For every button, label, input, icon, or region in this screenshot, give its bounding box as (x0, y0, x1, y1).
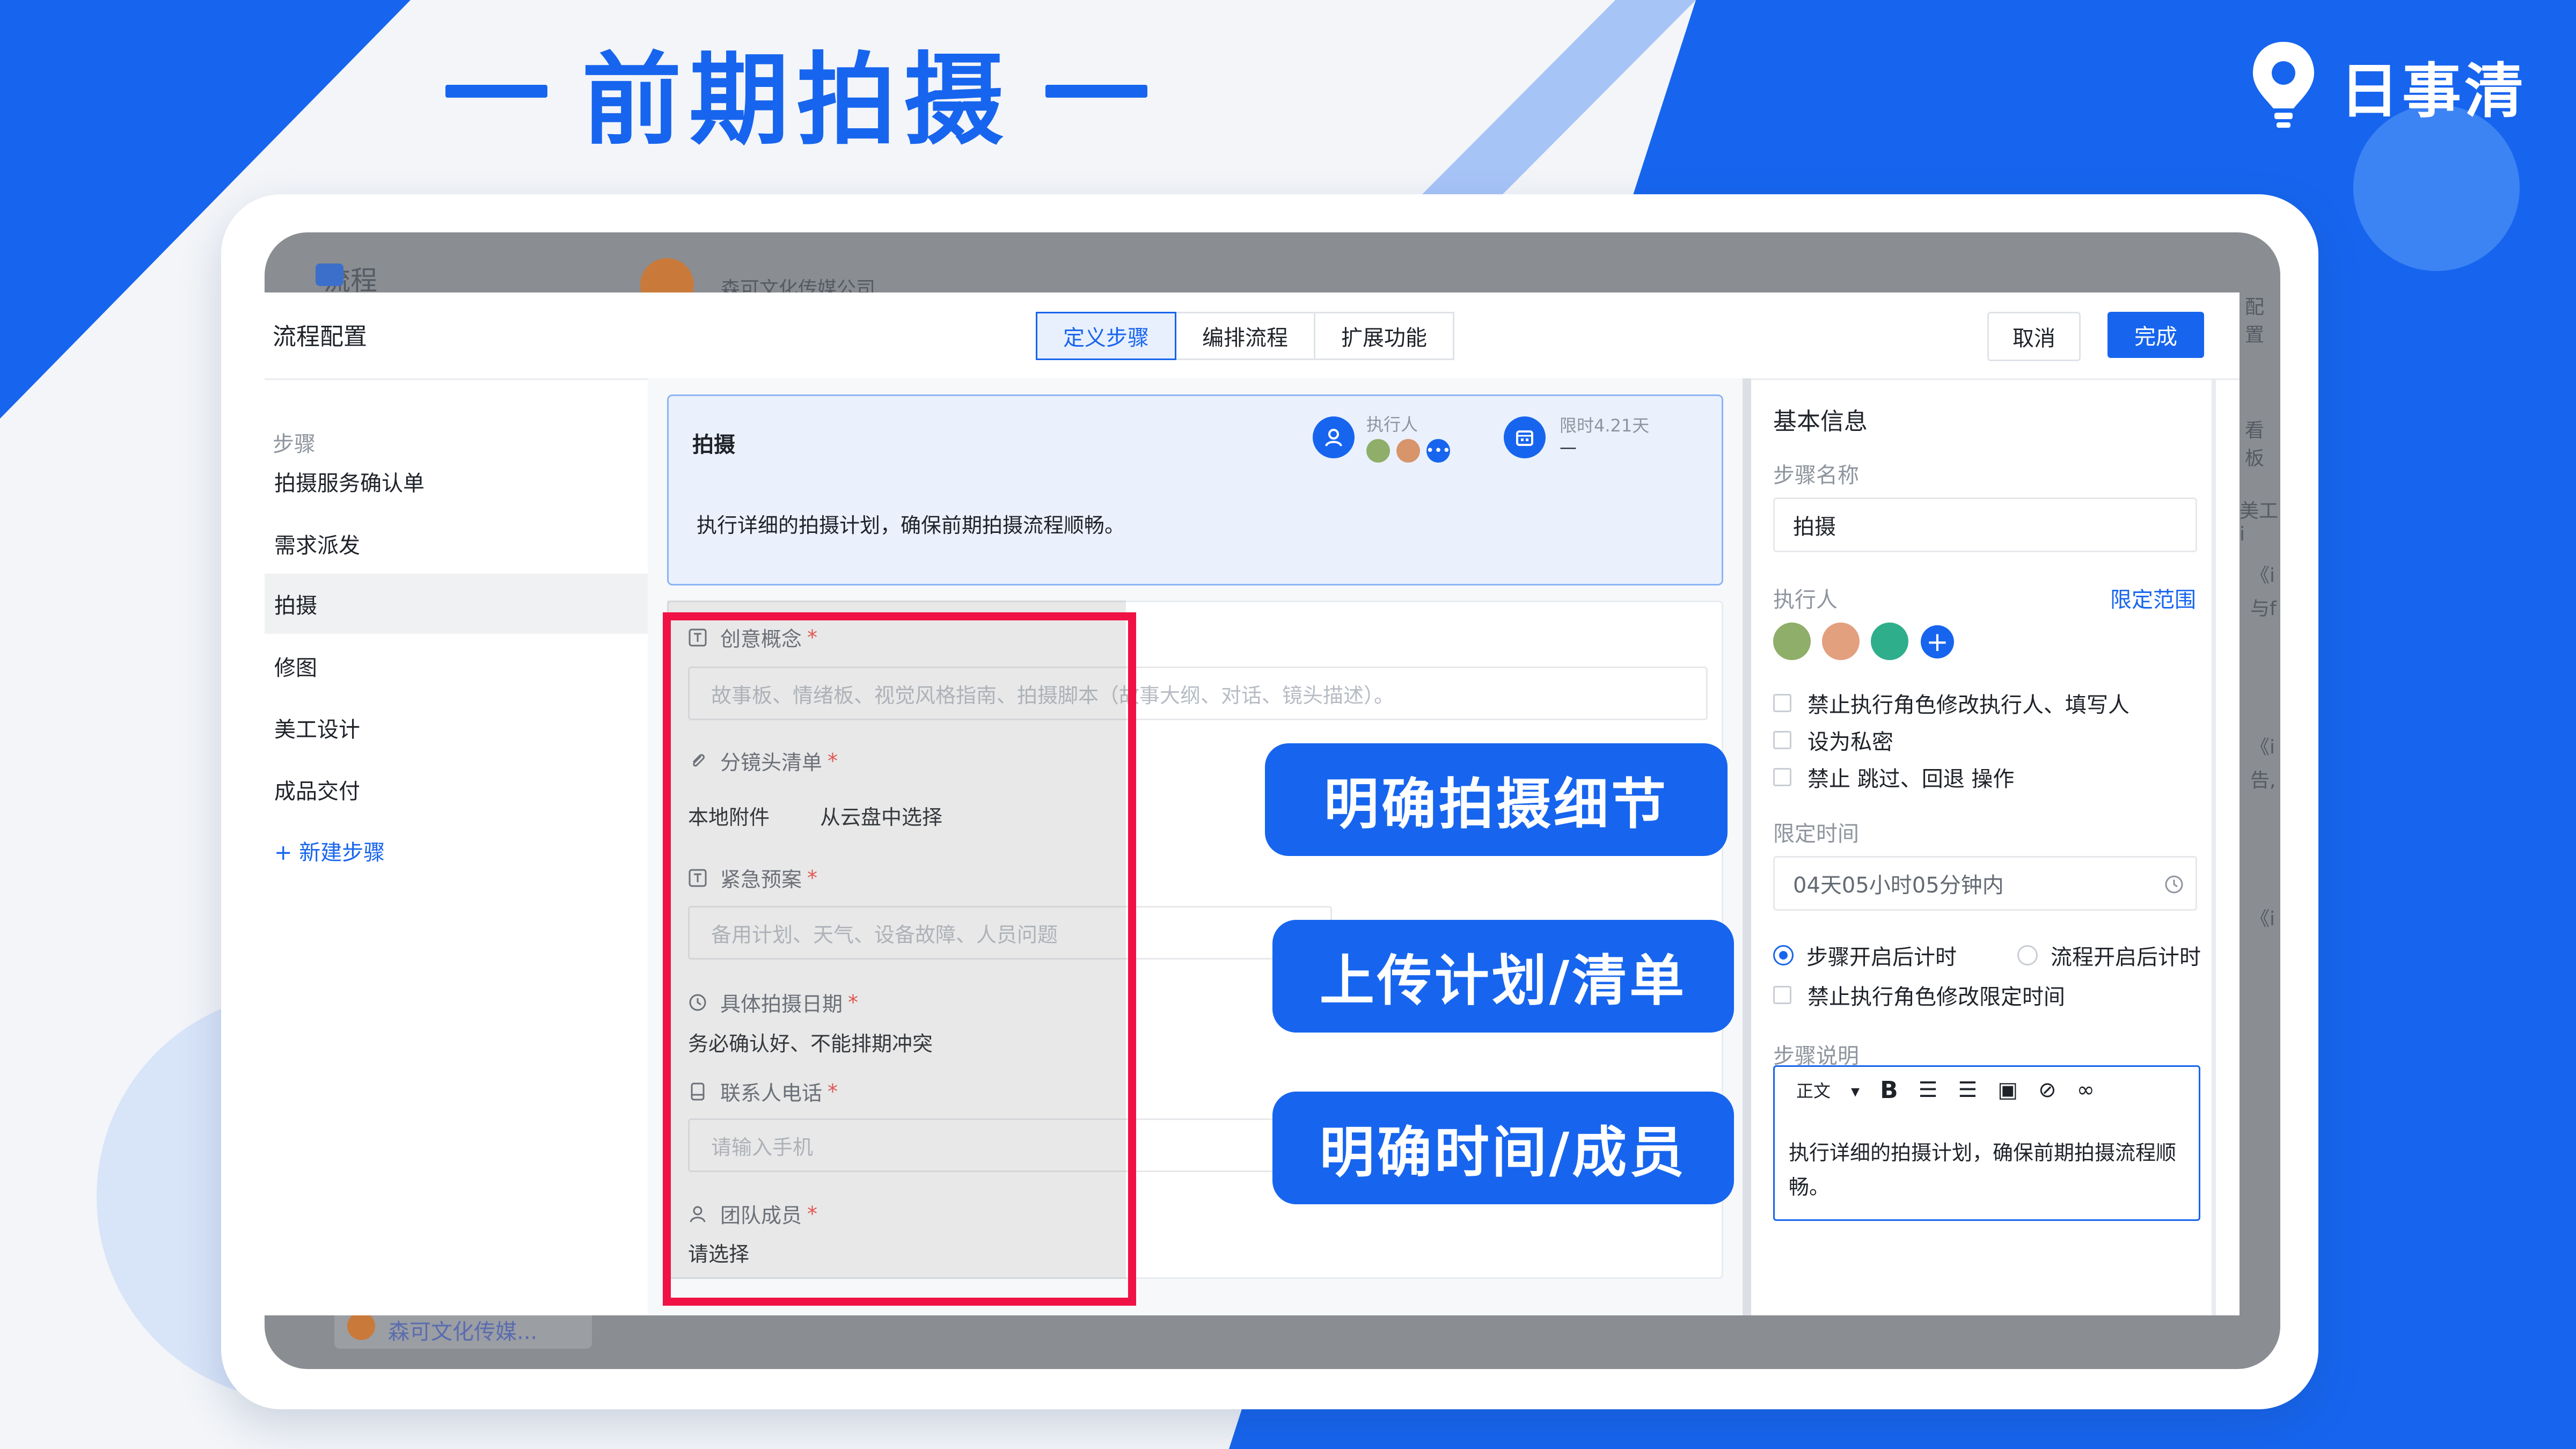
avatar[interactable] (1822, 623, 1860, 660)
bg-peek-4: 与f (2250, 598, 2277, 620)
step-item-retouch[interactable]: 修图 (265, 636, 648, 696)
radio-step-start[interactable]: 步骤开启后计时 (1773, 940, 1957, 971)
checkbox-private[interactable]: 设为私密 (1773, 724, 1893, 756)
time-limit-value: — (1560, 437, 1577, 457)
avatar[interactable] (1773, 623, 1811, 660)
cancel-button[interactable]: 取消 (1987, 312, 2081, 361)
bullet-list-icon[interactable]: ☰ (1919, 1078, 1938, 1102)
editor-toolbar: 正文 ▾ B ☰ ☰ ▣ ⊘ ∞ (1775, 1067, 2199, 1113)
bold-icon[interactable]: B (1880, 1077, 1898, 1104)
time-limit-input[interactable]: 04天05小时05分钟内 (1773, 856, 2197, 911)
step-name-input[interactable]: 拍摄 (1773, 497, 2197, 552)
modal-tabs: 定义步骤 编排流程 扩展功能 (1036, 312, 1454, 360)
basic-info-panel: 基本信息 步骤名称 拍摄 执行人 限定范围 + 禁止执行角色修改执行人、填写人 … (1751, 378, 2240, 1315)
link-icon[interactable]: ∞ (2077, 1078, 2095, 1102)
bg-peek-0: 配置 (2245, 296, 2265, 346)
tab-extensions[interactable]: 扩展功能 (1314, 312, 1454, 360)
brand-logo: 日事清 (2249, 32, 2527, 140)
user-icon (1313, 416, 1355, 458)
panel-scrollbar[interactable] (2212, 378, 2216, 1315)
tab-arrange-flow[interactable]: 编排流程 (1175, 312, 1315, 360)
limit-scope-link[interactable]: 限定范围 (2110, 582, 2196, 613)
modal-header: 流程配置 定义步骤 编排流程 扩展功能 取消 完成 (265, 292, 2240, 380)
bg-peek-5: 《i (2250, 736, 2275, 758)
new-step-button[interactable]: + 新建步骤 (265, 821, 648, 881)
bg-flow-icon (316, 264, 343, 286)
step-item-delivery[interactable]: 成品交付 (265, 759, 648, 819)
tab-define-steps[interactable]: 定义步骤 (1036, 312, 1176, 360)
bg-peek-6: 告, (2250, 770, 2276, 792)
numbered-list-icon[interactable]: ☰ (1958, 1078, 1977, 1102)
modal-title: 流程配置 (273, 323, 367, 350)
bg-peek-7: 《i (2250, 908, 2275, 930)
radio-flow-start[interactable]: 流程开启后计时 (2017, 940, 2201, 971)
step-item-confirm[interactable]: 拍摄服务确认单 (265, 451, 648, 511)
hero-title: 前期拍摄 (445, 21, 1148, 161)
executor-label: 执行人 (1773, 588, 1838, 612)
bg-peek-1: 看板 (2245, 420, 2265, 470)
bg-peek-2: 美工i (2240, 500, 2279, 545)
image-icon[interactable]: ▣ (1997, 1078, 2018, 1102)
time-limit-label: 限时4.21天 (1560, 415, 1650, 436)
location-pin-icon (2253, 42, 2314, 128)
checkbox-lock-executor[interactable]: 禁止执行角色修改执行人、填写人 (1773, 687, 2129, 719)
add-executor-icon[interactable]: + (1921, 625, 1954, 658)
avatar (1396, 439, 1420, 463)
step-desc-text[interactable]: 执行详细的拍摄计划，确保前期拍摄流程顺畅。 (1789, 1136, 2186, 1204)
step-name-label: 步骤名称 (1773, 463, 1859, 488)
attachment-icon[interactable]: ⊘ (2038, 1078, 2057, 1102)
steps-sidebar: 步骤 拍摄服务确认单 需求派发 拍摄 修图 美工设计 成品交付 + 新建步骤 (265, 378, 649, 1315)
avatar[interactable] (1871, 623, 1908, 660)
app-screen: 流程 森可文化传媒公司 森可文化传媒... 配置 看板 美工i 《i 与f 《i… (265, 232, 2280, 1369)
more-avatars-icon[interactable]: ••• (1426, 439, 1451, 463)
step-card[interactable]: 拍摄 执行人 ••• 限时4.21天 — 执行详细的拍摄计划，确保前期拍摄流程顺… (667, 394, 1723, 586)
bg-peek-3: 《i (2250, 565, 2275, 587)
highlight-box (663, 612, 1136, 1306)
brand-name: 日事清 (2340, 57, 2527, 126)
avatar (1366, 439, 1390, 463)
time-limit-label: 限定时间 (1773, 822, 1859, 846)
page-title: 前期拍摄 (582, 42, 1012, 158)
callout-upload-plan: 上传计划/清单 (1272, 920, 1734, 1033)
title-dash-right (1045, 85, 1148, 98)
step-item-dispatch[interactable]: 需求派发 (265, 514, 648, 574)
basic-info-title: 基本信息 (1773, 408, 1868, 435)
center-scrollbar[interactable] (1743, 378, 1751, 1315)
step-item-design[interactable]: 美工设计 (265, 698, 648, 758)
step-desc-editor[interactable]: 正文 ▾ B ☰ ☰ ▣ ⊘ ∞ 执行详细的拍摄计划，确保前期拍摄流程顺畅。 (1773, 1065, 2200, 1221)
step-card-title: 拍摄 (692, 433, 735, 457)
calendar-icon (1504, 416, 1546, 458)
flow-config-modal: 流程配置 定义步骤 编排流程 扩展功能 取消 完成 步骤 拍摄服务确认单 需求派… (265, 292, 2240, 1315)
step-item-shoot[interactable]: 拍摄 (265, 574, 648, 634)
callout-shoot-details: 明确拍摄细节 (1265, 743, 1728, 856)
step-card-description: 执行详细的拍摄计划，确保前期拍摄流程顺畅。 (697, 514, 1125, 537)
clock-icon (2165, 875, 2183, 894)
done-button[interactable]: 完成 (2107, 312, 2204, 358)
text-style-select[interactable]: 正文 ▾ (1796, 1078, 1860, 1102)
checkbox-lock-time[interactable]: 禁止执行角色修改限定时间 (1773, 979, 2065, 1011)
callout-time-members: 明确时间/成员 (1272, 1092, 1734, 1204)
checkbox-no-skip[interactable]: 禁止 跳过、回退 操作 (1773, 762, 2014, 793)
executor-label: 执行人 (1366, 414, 1418, 435)
title-dash-left (445, 85, 547, 98)
